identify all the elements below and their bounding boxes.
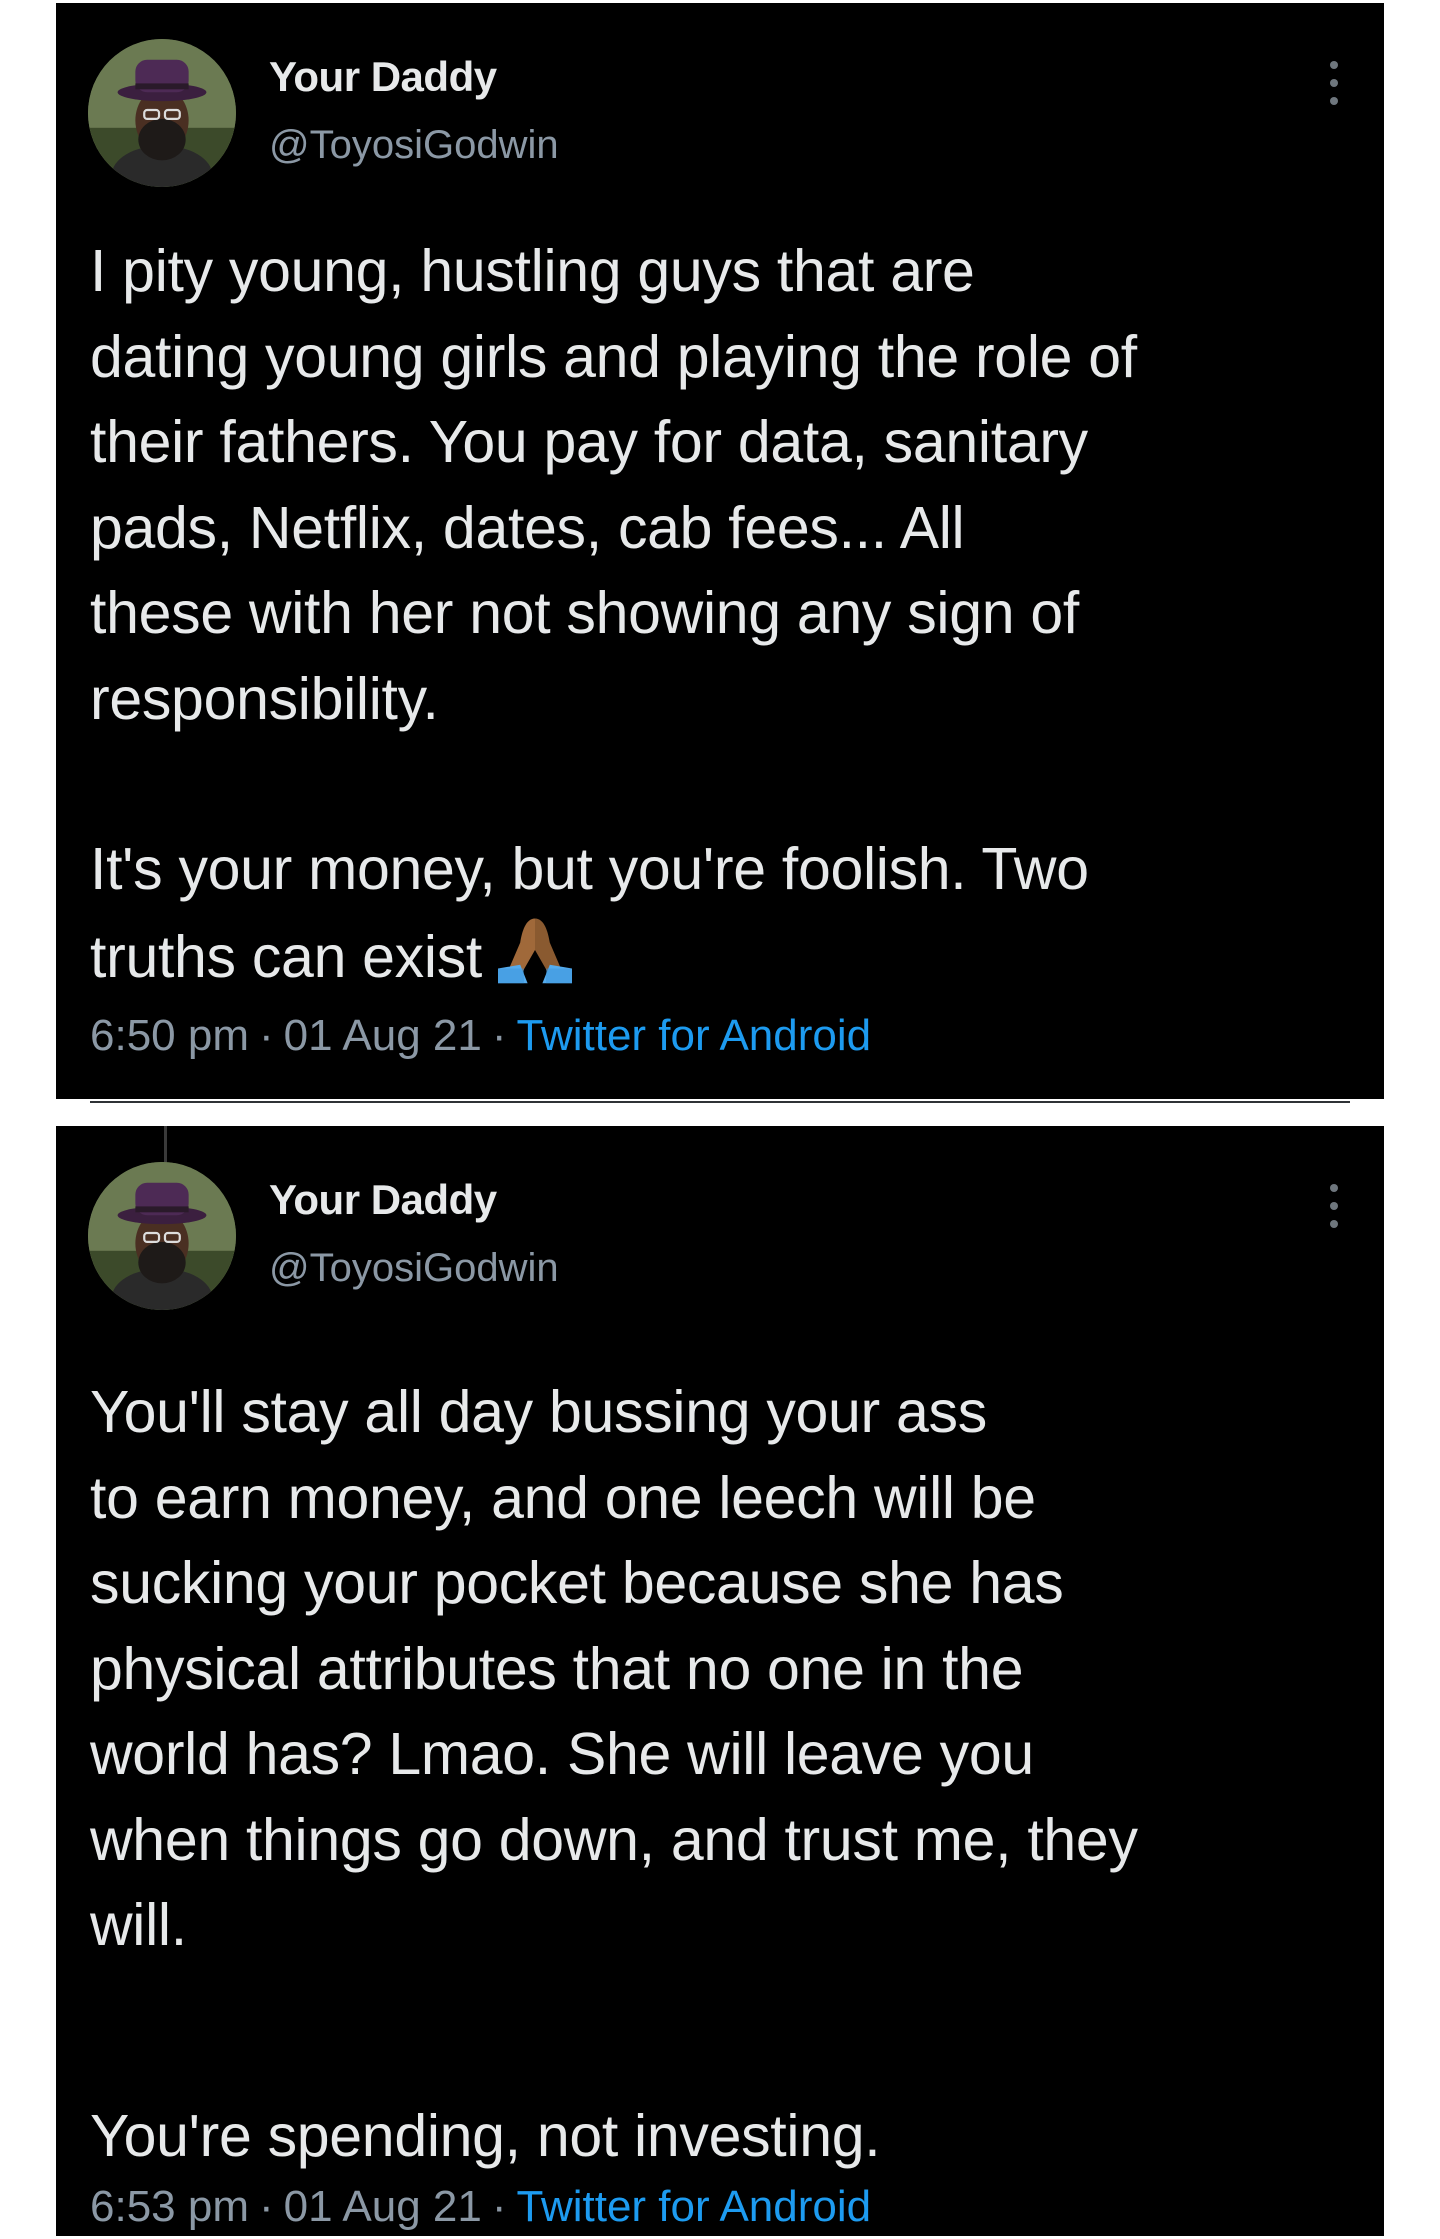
separator: · (491, 2182, 507, 2231)
author-handle[interactable]: @ToyosiGodwin (269, 1246, 559, 1291)
tweet-meta: 6:50 pm · 01 Aug 21 · Twitter for Android (90, 1011, 871, 1061)
more-options-icon[interactable] (1324, 61, 1344, 105)
author-handle[interactable]: @ToyosiGodwin (269, 123, 559, 168)
tweet-meta: 6:53 pm · 01 Aug 21 · Twitter for Android (90, 2182, 871, 2232)
tweet-text-paragraph: It's your money, but you're foolish. Two… (90, 827, 1344, 1000)
tweet-text: I pity young, hustling guys that are dat… (90, 238, 1137, 732)
tweet-card[interactable]: Your Daddy @ToyosiGodwin I pity young, h… (56, 3, 1384, 1103)
avatar[interactable] (88, 39, 236, 187)
more-options-icon[interactable] (1324, 1184, 1344, 1228)
folded-hands-emoji (497, 918, 572, 983)
separator: · (258, 2182, 274, 2231)
tweet-source-link[interactable]: Twitter for Android (517, 1011, 872, 1060)
avatar[interactable] (88, 1162, 236, 1310)
screenshot-page: Your Daddy @ToyosiGodwin I pity young, h… (0, 0, 1440, 2239)
author-name[interactable]: Your Daddy (269, 1176, 497, 1224)
separator: · (491, 1011, 507, 1060)
tweet-text: You'll stay all day bussing your ass to … (90, 1379, 1138, 1958)
tweet-card[interactable]: Your Daddy @ToyosiGodwin You'll stay all… (56, 1126, 1384, 2236)
tweet-source-link[interactable]: Twitter for Android (517, 2182, 872, 2231)
tweet-time: 6:53 pm (90, 2182, 249, 2231)
profile-photo (88, 39, 236, 187)
tweet-text-line: It's your money, but you're foolish. Two… (90, 836, 1089, 990)
tweet-date: 01 Aug 21 (283, 2182, 482, 2231)
tweet-text-paragraph: You're spending, not investing. (90, 2103, 881, 2169)
separator: · (258, 1011, 274, 1060)
divider (90, 1101, 1350, 1103)
tweet-time: 6:50 pm (90, 1011, 249, 1060)
tweet-date: 01 Aug 21 (283, 1011, 482, 1060)
profile-photo (88, 1162, 236, 1310)
author-name[interactable]: Your Daddy (269, 53, 497, 101)
